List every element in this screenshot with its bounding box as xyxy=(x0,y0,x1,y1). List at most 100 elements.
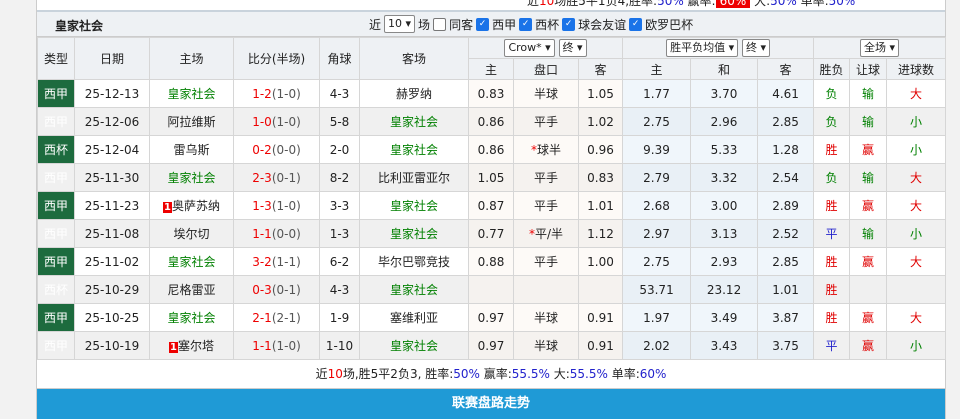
handicap-home-odds: 0.86 xyxy=(468,135,514,164)
home-team[interactable]: 尼格雷亚 xyxy=(149,275,234,304)
home-team[interactable]: 皇家社会 xyxy=(149,79,234,108)
euro-final-select[interactable]: 终 ▾ xyxy=(741,39,770,57)
home-team[interactable]: 阿拉维斯 xyxy=(149,107,234,136)
handicap-home-odds: 0.87 xyxy=(468,191,514,220)
score[interactable]: 1-1(1-0) xyxy=(233,331,320,360)
handicap-away-odds: 0.91 xyxy=(577,331,624,360)
handicap-result: 赢 xyxy=(849,303,888,332)
col-result: 胜负 xyxy=(813,58,851,80)
euro-home-odds: 2.97 xyxy=(622,219,692,248)
near-label: 近 xyxy=(369,17,382,32)
result: 负 xyxy=(813,163,851,192)
scope-select[interactable]: 全场 ▾ xyxy=(860,39,900,57)
handicap-away-odds xyxy=(577,275,624,304)
away-team[interactable]: 比利亚雷亚尔 xyxy=(359,163,469,192)
away-team[interactable]: 皇家社会 xyxy=(359,107,469,136)
full-score: 3-2 xyxy=(252,254,272,269)
table-row[interactable]: 西甲 25-11-08 埃尔切 1-1(0-0) 1-3 皇家社会 0.77 *… xyxy=(37,219,947,248)
score[interactable]: 1-1(0-0) xyxy=(233,219,320,248)
final-value: 终 xyxy=(562,41,574,54)
home-team[interactable]: 1塞尔塔 xyxy=(149,331,234,360)
handicap-away-odds: 1.00 xyxy=(577,247,624,276)
table-row[interactable]: 西甲 25-12-06 阿拉维斯 1-0(1-0) 5-8 皇家社会 0.86 … xyxy=(37,107,947,136)
table-row[interactable]: 西杯 25-12-04 雷乌斯 0-2(0-0) 2-0 皇家社会 0.86 *… xyxy=(37,135,947,164)
corners: 6-2 xyxy=(319,247,360,276)
half-score: (0-0) xyxy=(271,142,301,157)
league-checkbox[interactable]: ✓ xyxy=(476,17,490,31)
euro-draw-odds: 3.43 xyxy=(690,331,759,360)
away-team[interactable]: 皇家社会 xyxy=(359,191,469,220)
half-score: (0-1) xyxy=(271,170,301,185)
euro-home-odds: 2.02 xyxy=(622,331,692,360)
table-row[interactable]: 西甲 25-10-25 皇家社会 2-1(2-1) 1-9 塞维利亚 0.97 … xyxy=(37,303,947,332)
euro-home-odds: 2.68 xyxy=(622,191,692,220)
score[interactable]: 0-2(0-0) xyxy=(233,135,320,164)
handicap-line xyxy=(513,275,579,304)
full-score: 2-1 xyxy=(252,310,272,325)
home-team[interactable]: 皇家社会 xyxy=(149,163,234,192)
euro-header: 胜平负均值 ▾ 终 ▾ xyxy=(622,37,815,59)
away-team[interactable]: 皇家社会 xyxy=(359,331,469,360)
home-team[interactable]: 皇家社会 xyxy=(149,303,234,332)
handicap-away-odds: 1.05 xyxy=(577,79,624,108)
col-score: 比分(半场) xyxy=(233,37,320,80)
table-row[interactable]: 西甲 25-11-23 1奥萨苏纳 1-3(1-0) 3-3 皇家社会 0.87… xyxy=(37,191,947,220)
final-value: 终 xyxy=(745,41,757,54)
col-handicap-home: 主 xyxy=(468,58,514,80)
text: 大: xyxy=(549,367,570,381)
text: 单率: xyxy=(607,367,640,381)
table-row[interactable]: 西甲 25-11-02 皇家社会 3-2(1-1) 6-2 毕尔巴鄂竞技 0.8… xyxy=(37,247,947,276)
result: 胜 xyxy=(813,191,851,220)
score[interactable]: 0-3(0-1) xyxy=(233,275,320,304)
score[interactable]: 1-0(1-0) xyxy=(233,107,320,136)
text: 近 xyxy=(315,367,328,381)
handicap-line: *平/半 xyxy=(513,219,579,248)
away-team[interactable]: 皇家社会 xyxy=(359,275,469,304)
table-row[interactable]: 西甲 25-10-19 1塞尔塔 1-1(1-0) 1-10 皇家社会 0.97… xyxy=(37,331,947,360)
table-row[interactable]: 西甲 25-11-30 皇家社会 2-3(0-1) 8-2 比利亚雷亚尔 1.0… xyxy=(37,163,947,192)
match-type: 西甲 xyxy=(37,79,75,108)
odds-mode-select[interactable]: 胜平负均值 ▾ xyxy=(666,39,739,57)
away-team[interactable]: 毕尔巴鄂竞技 xyxy=(359,247,469,276)
corners: 1-9 xyxy=(319,303,360,332)
col-euro-away: 客 xyxy=(757,58,815,80)
team-name: 皇家社会 xyxy=(389,115,438,129)
away-team[interactable]: 赫罗纳 xyxy=(359,79,469,108)
away-team[interactable]: 塞维利亚 xyxy=(359,303,469,332)
home-team[interactable]: 1奥萨苏纳 xyxy=(149,191,234,220)
away-team[interactable]: 皇家社会 xyxy=(359,135,469,164)
corners: 4-3 xyxy=(319,275,360,304)
home-team[interactable]: 埃尔切 xyxy=(149,219,234,248)
league-checkbox[interactable]: ✓ xyxy=(519,17,533,31)
match-type: 西甲 xyxy=(37,303,75,332)
handicap-home-odds: 1.05 xyxy=(468,163,514,192)
score[interactable]: 2-3(0-1) xyxy=(233,163,320,192)
count-value: 10 xyxy=(388,17,403,30)
company-select[interactable]: Crow* ▾ xyxy=(504,39,555,57)
line-value: 平手 xyxy=(533,199,558,213)
handicap-away-odds: 0.91 xyxy=(577,303,624,332)
table-row[interactable]: 西杯 25-10-29 尼格雷亚 0-3(0-1) 4-3 皇家社会 53.71… xyxy=(37,275,947,304)
euro-away-odds: 2.89 xyxy=(757,191,815,220)
line-value: 平手 xyxy=(533,115,558,129)
ying-rate: 55.5% xyxy=(511,367,550,381)
recent-summary: 近10场,胜5平2负3, 胜率:50% 赢率:55.5% 大:55.5% 单率:… xyxy=(37,360,945,389)
league-checkbox[interactable]: ✓ xyxy=(629,17,643,31)
handicap-line: 平手 xyxy=(513,191,579,220)
score[interactable]: 3-2(1-1) xyxy=(233,247,320,276)
same-host-label: 同客 xyxy=(449,17,474,32)
away-team[interactable]: 皇家社会 xyxy=(359,219,469,248)
table-row[interactable]: 西甲 25-12-13 皇家社会 1-2(1-0) 4-3 赫罗纳 0.83 半… xyxy=(37,79,947,108)
home-team[interactable]: 雷乌斯 xyxy=(149,135,234,164)
goals-result: 小 xyxy=(886,107,947,136)
col-handicap-away: 客 xyxy=(577,58,624,80)
score[interactable]: 1-3(1-0) xyxy=(233,191,320,220)
score[interactable]: 1-2(1-0) xyxy=(233,79,320,108)
league-checkbox[interactable]: ✓ xyxy=(562,17,576,31)
score[interactable]: 2-1(2-1) xyxy=(233,303,320,332)
handicap-final-select[interactable]: 终 ▾ xyxy=(558,39,587,57)
same-host-checkbox[interactable] xyxy=(433,17,447,31)
team-name: 奥萨苏纳 xyxy=(171,199,220,213)
match-count-select[interactable]: 10 ▾ xyxy=(384,15,416,33)
home-team[interactable]: 皇家社会 xyxy=(149,247,234,276)
